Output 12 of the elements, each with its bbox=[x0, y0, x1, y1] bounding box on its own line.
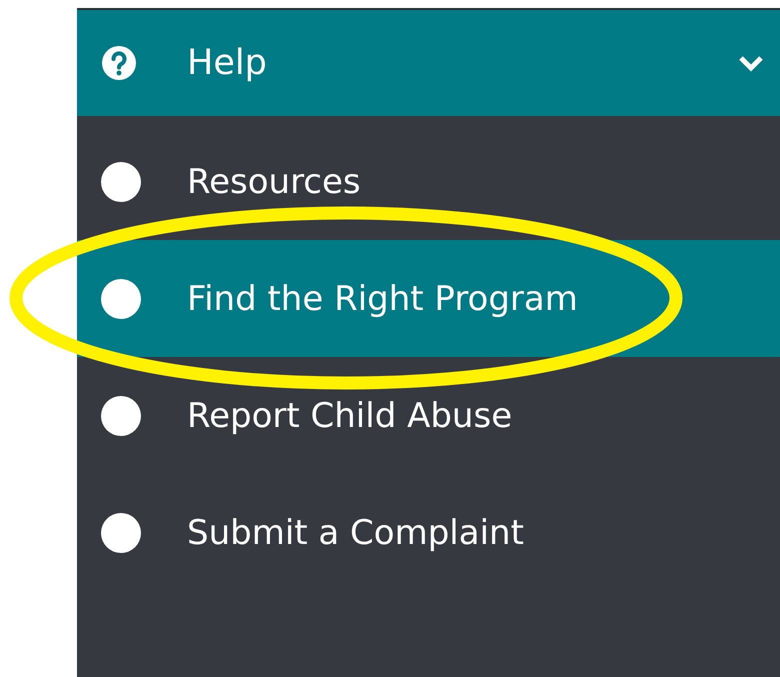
help-icon bbox=[99, 43, 139, 83]
menu-item[interactable]: Report Child Abuse bbox=[77, 357, 780, 474]
menu-item[interactable]: Submit a Complaint bbox=[77, 474, 780, 591]
chevron-down-icon bbox=[738, 54, 764, 72]
menu-header[interactable]: Help bbox=[77, 8, 780, 116]
bullet-icon bbox=[101, 278, 141, 318]
menu-title: Help bbox=[187, 43, 268, 83]
menu-item[interactable]: Resources bbox=[77, 123, 780, 240]
bullet-icon bbox=[101, 512, 141, 552]
menu-item[interactable]: Find the Right Program bbox=[77, 240, 780, 357]
bullet-icon bbox=[101, 396, 141, 436]
bullet-icon bbox=[101, 162, 141, 202]
